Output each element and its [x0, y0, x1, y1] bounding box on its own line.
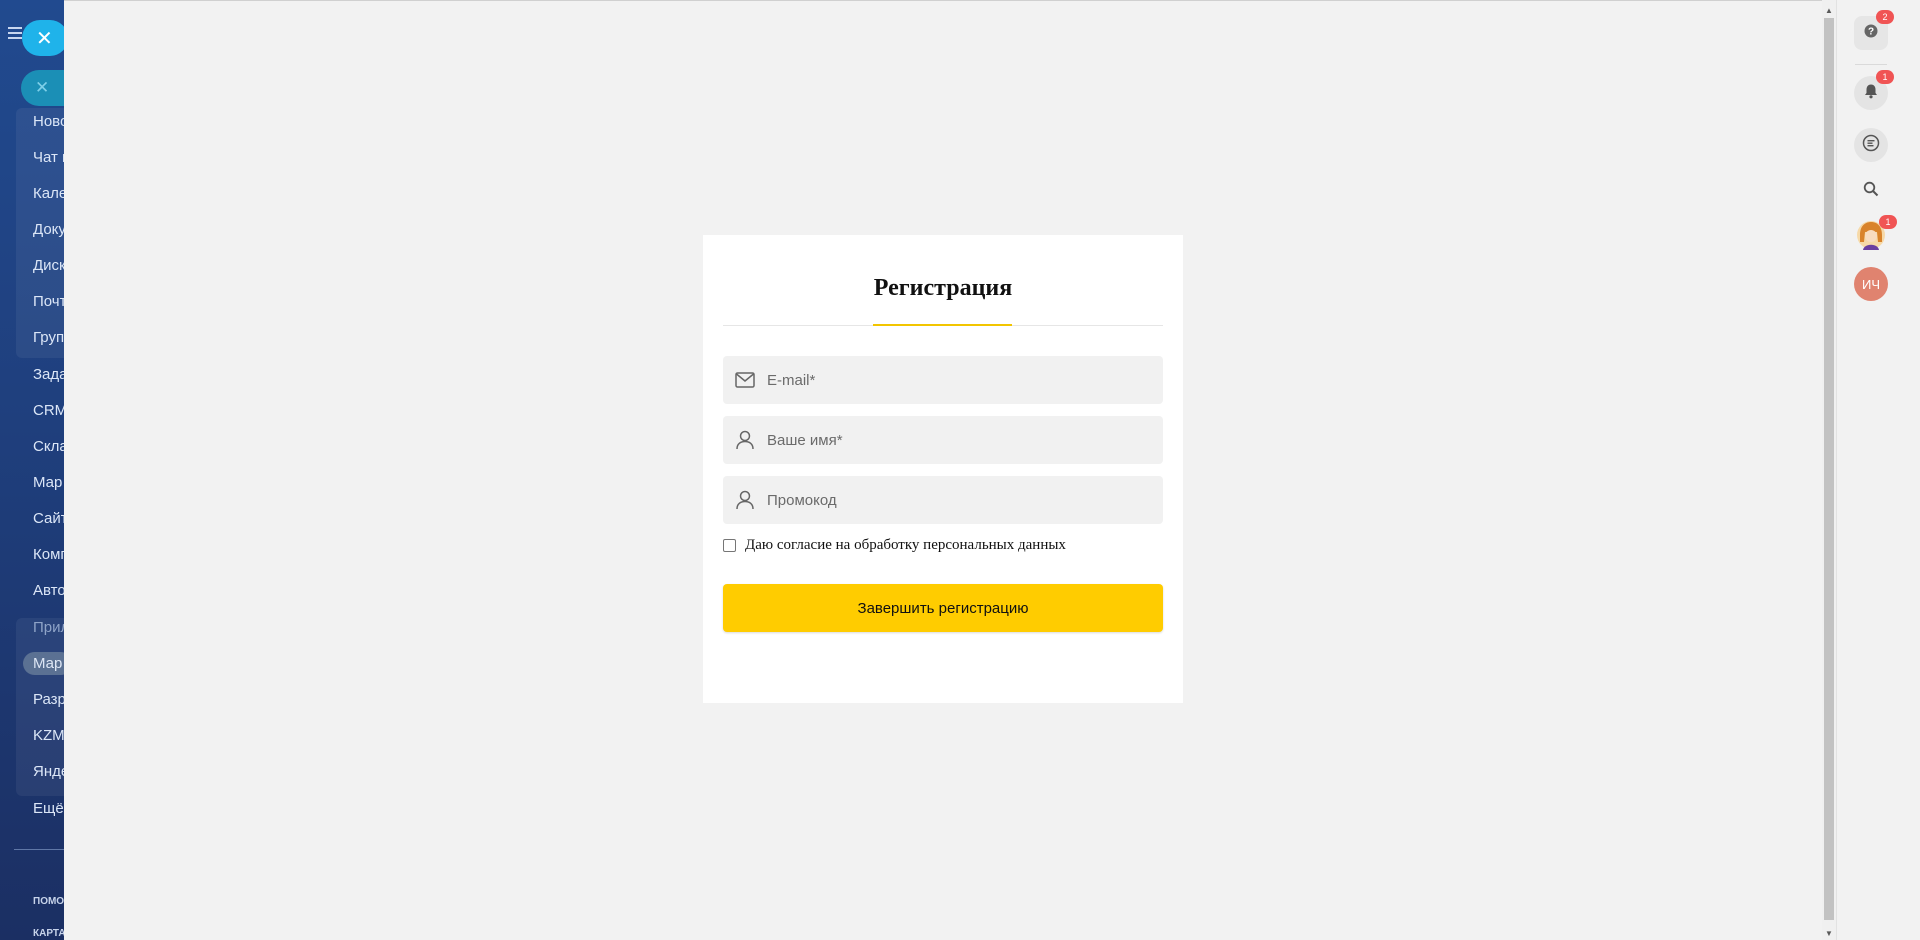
sidebar-item[interactable]: Комп [33, 546, 64, 563]
user-initials-avatar[interactable]: ИЧ [1854, 267, 1888, 301]
sidebar-item[interactable]: Ново [33, 113, 64, 130]
close-icon: ✕ [35, 78, 50, 97]
sidebar-divider [14, 849, 64, 850]
sidebar-item[interactable]: CRM [33, 402, 64, 419]
chat-button[interactable] [1854, 128, 1888, 162]
chat-icon [1862, 134, 1880, 157]
right-panel: ? 2 1 1 ИЧ [1836, 0, 1920, 940]
help-button[interactable]: ? 2 [1854, 10, 1894, 50]
user-icon [734, 489, 756, 511]
sidebar-item[interactable]: Диск [33, 257, 64, 274]
registration-card: Регистрация Даю согласие на обработку пе… [703, 235, 1183, 703]
user-avatar-button[interactable]: 1 [1854, 215, 1897, 254]
close-icon: ✕ [36, 27, 53, 50]
sidebar-item[interactable]: Чат и [33, 149, 64, 166]
help-badge: 2 [1876, 10, 1894, 24]
notifications-badge: 1 [1876, 70, 1894, 84]
search-icon [1863, 181, 1879, 202]
consent-checkbox[interactable] [723, 539, 736, 552]
sidebar-item[interactable]: Груп [33, 329, 64, 346]
sidebar-item[interactable]: Почт [33, 293, 64, 310]
sidebar-item[interactable]: Сайт [33, 510, 64, 527]
sidebar-item[interactable]: Янде [33, 763, 64, 780]
scroll-down-icon[interactable]: ▼ [1825, 929, 1833, 938]
sidebar-item[interactable]: Прил [33, 619, 64, 636]
sidebar-item[interactable]: KZM [33, 727, 64, 744]
sidebar-item[interactable]: Ещё [33, 800, 64, 817]
email-input[interactable] [765, 370, 1149, 390]
sidebar-search-pill[interactable]: ✕ [21, 70, 64, 106]
scrollbar[interactable]: ▲ ▼ [1822, 0, 1836, 940]
consent-row: Даю согласие на обработку персональных д… [723, 537, 1066, 554]
sidebar-item[interactable]: Доку [33, 221, 64, 238]
email-field[interactable] [723, 356, 1163, 404]
sidebar-item-active[interactable]: Мар [23, 652, 64, 675]
sidebar-footer-item[interactable]: ПОМО [33, 896, 64, 907]
scroll-up-icon[interactable]: ▲ [1825, 6, 1833, 15]
sidebar-item[interactable]: Скла [33, 438, 64, 455]
user-icon [734, 429, 756, 451]
sidebar-item[interactable]: Кале [33, 185, 64, 202]
panel-divider [1855, 64, 1887, 65]
sidebar-item[interactable]: Зада [33, 366, 64, 383]
scrollbar-thumb[interactable] [1824, 18, 1834, 920]
help-icon: ? [1864, 24, 1878, 43]
sidebar-item[interactable]: Разр [33, 691, 64, 708]
search-button[interactable] [1854, 174, 1888, 208]
mail-icon [734, 369, 756, 391]
title-accent-line [873, 324, 1012, 326]
left-sidebar: ✕ ✕ Ново Чат и Кале Доку Диск Почт Груп … [0, 0, 64, 940]
sidebar-item[interactable]: Мар [33, 474, 62, 491]
svg-text:?: ? [1868, 26, 1874, 37]
bell-icon [1863, 83, 1879, 104]
notifications-button[interactable]: 1 [1854, 70, 1894, 110]
sidebar-item[interactable]: Авто [33, 582, 64, 599]
avatar-badge: 1 [1879, 215, 1897, 229]
page-title: Регистрация [873, 275, 1013, 301]
promo-input[interactable] [765, 490, 1149, 510]
submit-registration-button[interactable]: Завершить регистрацию [723, 584, 1163, 632]
menu-icon[interactable] [8, 27, 22, 42]
consent-label[interactable]: Даю согласие на обработку персональных д… [745, 537, 1066, 554]
name-input[interactable] [765, 430, 1149, 450]
close-slider-button[interactable]: ✕ [22, 20, 64, 56]
name-field[interactable] [723, 416, 1163, 464]
promo-field[interactable] [723, 476, 1163, 524]
sidebar-footer-item[interactable]: КАРТА [33, 928, 64, 939]
